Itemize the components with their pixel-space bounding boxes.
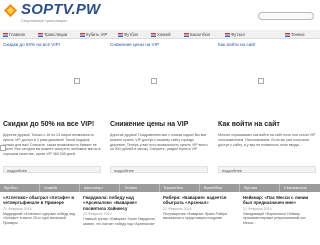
news-date: 21 Февраль 2014 — [83, 212, 112, 217]
nav-item-football[interactable]: Футбол — [118, 30, 138, 39]
promo-image[interactable] — [3, 50, 101, 112]
promo-image[interactable] — [218, 50, 316, 112]
home-icon — [3, 32, 8, 37]
star-icon — [80, 32, 85, 37]
news-item: Гвардиола: победу над «Арсеналом» «Бавар… — [83, 195, 156, 245]
broken-image-icon — [74, 78, 80, 84]
category-tab[interactable]: Хоккей — [40, 184, 80, 192]
search-input[interactable] — [258, 12, 314, 20]
nav-item-buy-vip[interactable]: Кубить VIP — [80, 30, 107, 39]
tv-icon — [38, 32, 43, 37]
header: SOPTV.PW Спортивные трансляции — [0, 0, 320, 30]
nav-item-home[interactable]: Главная — [3, 30, 25, 39]
promo-column: Как войти на сайт Как войти на сайт Мног… — [218, 42, 318, 173]
news-text: Нападающий «Барселоны» Неймар прокоммент… — [243, 211, 306, 225]
puck-icon — [151, 32, 156, 37]
news-title[interactable]: Нейкмар: «Пас Месси с линии был предназн… — [243, 195, 316, 206]
news-item: Нейкмар: «Пас Месси с линии был предназн… — [243, 195, 316, 245]
column-link[interactable]: Скидки до 50% на все VIP! — [3, 42, 101, 49]
column-link[interactable]: Снижение цены на VIP — [110, 42, 208, 49]
nav-item-broadcasts[interactable]: Трансляции — [38, 30, 67, 39]
nav-item-tennis[interactable]: Теннис — [285, 30, 305, 39]
nav-item-label: Главная — [9, 32, 25, 37]
category-tab[interactable]: Автоспорт — [80, 184, 120, 192]
nav-item-label: Трансляции — [44, 32, 68, 37]
column-title[interactable]: Снижение цены на VIP — [110, 121, 210, 128]
read-more-button[interactable]: подробнее — [110, 166, 208, 173]
nav-item-label: Баскетбол — [190, 32, 211, 37]
nav-item-label: Футбол — [124, 32, 139, 37]
column-text: Многие спрашивают как войти на сайт если… — [218, 133, 316, 147]
news-date: 21 Февраль 2014 — [163, 206, 192, 211]
broken-image-icon — [258, 78, 264, 84]
category-tab[interactable]: Баскетбол — [160, 184, 200, 192]
main-nav: Главная Трансляции Кубить VIP Футбол Хок… — [0, 30, 320, 39]
basketball-icon — [184, 32, 189, 37]
promo-image[interactable] — [110, 50, 208, 112]
broken-image-icon — [151, 78, 157, 84]
column-link[interactable]: Как войти на сайт — [218, 42, 316, 49]
category-tab[interactable]: Футзал — [240, 184, 280, 192]
news-date: 21 Февраль 2014 — [243, 206, 272, 211]
nav-item-hockey[interactable]: Хоккей — [151, 30, 170, 39]
read-more-button[interactable]: подробнее — [218, 166, 316, 173]
news-title[interactable]: «Атлетико» обыграл «Хетафе» в четвертьфи… — [3, 195, 76, 206]
news-date: 21 Февраль 2014 — [3, 206, 32, 211]
news-title[interactable]: Гвардиола: победу над «Арсеналом» «Бавар… — [83, 195, 156, 211]
logo-icon[interactable] — [3, 3, 18, 18]
news-item: Рибери: «Бавария» надеется обыграть «Арс… — [163, 195, 236, 245]
site-logo[interactable]: SOPTV.PW — [21, 1, 100, 18]
category-tab[interactable]: Футбол — [0, 184, 40, 192]
column-title[interactable]: Скидки до 50% на все VIP! — [3, 121, 103, 128]
read-more-button[interactable]: подробнее — [3, 166, 101, 173]
promo-column: Скидки до 50% на все VIP! Скидки до 50% … — [3, 42, 103, 173]
column-title[interactable]: Как войти на сайт — [218, 121, 318, 128]
news-item: «Атлетико» обыграл «Хетафе» в четвертьфи… — [3, 195, 76, 245]
news-text: Полузащитник «Баварии» Франк Рибери выск… — [163, 211, 228, 221]
nav-item-label: Теннис — [291, 32, 305, 37]
ball-icon — [225, 32, 230, 37]
column-text: Дорогие друзья! Только с 16 по 24 марта … — [3, 133, 101, 157]
category-tab[interactable]: Волейбол — [200, 184, 240, 192]
broken-image-icon — [0, 145, 6, 151]
category-tab[interactable]: Теннис — [120, 184, 160, 192]
site-slogan: Спортивные трансляции — [21, 18, 67, 23]
nav-item-basketball[interactable]: Баскетбол — [184, 30, 210, 39]
tennis-icon — [285, 32, 290, 37]
nav-item-label: Хоккей — [157, 32, 171, 37]
promo-column: Снижение цены на VIP Снижение цены на VI… — [110, 42, 210, 173]
news-title[interactable]: Рибери: «Бавария» надеется обыграть «Арс… — [163, 195, 236, 206]
news-text: Главный тренер «Баварии» Хосеп Гвардиола… — [83, 217, 156, 226]
category-tab[interactable]: Смешанные — [280, 184, 320, 192]
category-bar: Футбол Хоккей Автоспорт Теннис Баскетбол… — [0, 184, 320, 192]
column-text: Дорогие друзья! Поздравляем вас с новым … — [110, 133, 208, 152]
news-text: Мадридский «Атлетико» одержал победу над… — [3, 211, 75, 225]
nav-item-label: Кубить VIP — [86, 32, 108, 37]
nav-item-label: Футзал — [231, 32, 245, 37]
ball-icon — [118, 32, 123, 37]
nav-item-futsal[interactable]: Футзал — [225, 30, 245, 39]
